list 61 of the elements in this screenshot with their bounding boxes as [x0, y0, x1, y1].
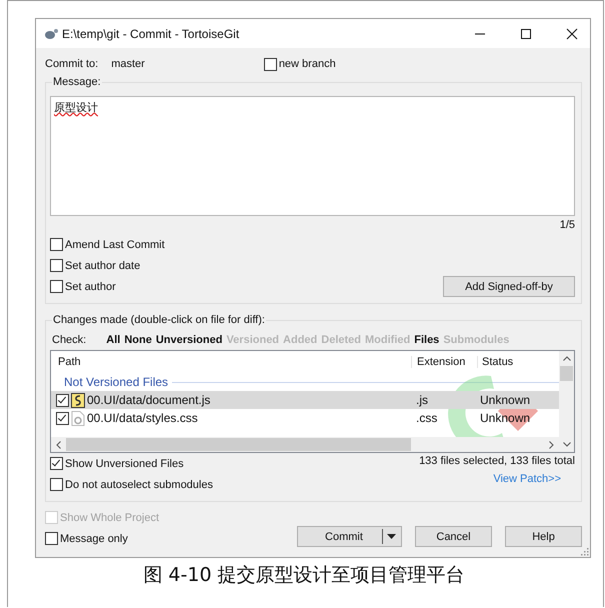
checkbox[interactable]	[50, 259, 63, 272]
checkbox-label: Show Unversioned Files	[65, 458, 184, 470]
commit-button[interactable]: Commit	[297, 526, 402, 547]
file-path: 00.UI/data/styles.css	[87, 411, 198, 425]
checkbox-label: Show Whole Project	[60, 512, 160, 524]
close-icon[interactable]	[566, 28, 578, 40]
script-file-icon	[71, 392, 85, 408]
scroll-thumb[interactable]	[560, 366, 573, 381]
checkbox-label: Set author	[65, 280, 116, 292]
checkbox-label: Message only	[60, 532, 128, 544]
checkbox[interactable]	[45, 532, 58, 545]
vertical-scrollbar[interactable]	[559, 351, 574, 452]
resize-grip-icon[interactable]	[581, 548, 589, 556]
column-header[interactable]: Path	[51, 356, 411, 368]
checkbox-label: new branch	[278, 58, 336, 70]
group-legend: Changes made (double-click on file for diff):	[52, 314, 266, 326]
scroll-left-icon[interactable]	[56, 440, 61, 448]
column-header[interactable]: Extension	[411, 356, 477, 368]
horizontal-scrollbar[interactable]	[51, 437, 559, 452]
checkbox[interactable]	[50, 280, 63, 293]
checkbox[interactable]	[264, 58, 277, 70]
figure-caption: 图 4-10 提交原型设计至项目管理平台	[142, 563, 466, 588]
commit-to-label: Commit to:	[45, 58, 98, 70]
file-path: 00.UI/data/document.js	[87, 393, 210, 407]
group-legend: Message:	[52, 76, 102, 88]
scroll-right-icon[interactable]	[549, 440, 554, 448]
maximize-icon[interactable]	[520, 28, 532, 40]
column-header[interactable]: Status	[477, 356, 544, 368]
checkbox[interactable]	[50, 478, 63, 491]
add-signed-off-by-button[interactable]: Add Signed-off-by	[443, 276, 575, 297]
view-patch-link[interactable]: View Patch>>	[493, 473, 561, 485]
filter-link[interactable]: Files	[414, 334, 440, 346]
file-extension: .js	[415, 393, 429, 407]
file-row[interactable]: 00.UI/data/styles.css .css Unknown	[51, 409, 559, 427]
window-title: E:\temp\git - Commit - TortoiseGit	[62, 26, 240, 40]
message-field[interactable]: 原型设计	[50, 96, 575, 216]
file-status: Unknown	[479, 393, 532, 407]
scroll-thumb[interactable]	[66, 438, 411, 451]
caret-icon[interactable]	[387, 534, 396, 539]
checkbox-label: Set author date	[65, 260, 140, 272]
dialog-button[interactable]: Cancel	[415, 526, 492, 547]
file-extension: .css	[415, 411, 438, 425]
selection-summary: 133 files selected, 133 files total	[419, 455, 575, 467]
filter-link[interactable]: All	[106, 334, 120, 346]
checkbox-label: Amend Last Commit	[65, 238, 165, 250]
check-label: Check:	[52, 334, 86, 346]
filter-link[interactable]: Unversioned	[156, 334, 222, 346]
file-row[interactable]: 00.UI/data/document.js .js Unknown	[51, 391, 559, 409]
dialog-button[interactable]: Help	[505, 526, 582, 547]
checkbox[interactable]	[56, 394, 69, 406]
checkbox[interactable]	[50, 238, 63, 251]
file-status: Unknown	[479, 411, 532, 425]
checkbox[interactable]	[56, 412, 69, 424]
scroll-up-icon[interactable]	[562, 356, 570, 361]
char-counter: 1/5	[560, 219, 575, 231]
checkbox[interactable]	[50, 457, 63, 470]
group-header: Not Versioned Files	[64, 375, 168, 389]
scroll-down-icon[interactable]	[562, 442, 570, 447]
branch-name: master	[111, 58, 145, 70]
filter-link[interactable]: None	[124, 334, 152, 346]
checkbox-label: Do not autoselect submodules	[65, 478, 213, 490]
